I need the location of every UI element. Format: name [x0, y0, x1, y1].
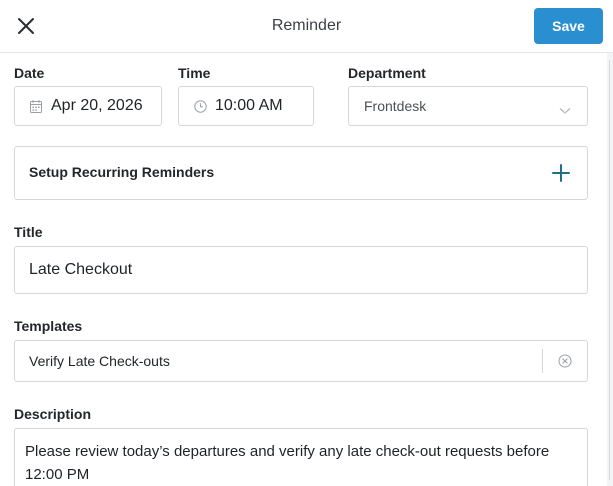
reminder-form-page: Reminder Save Date Apr 20, 2026 Time 10:…	[0, 0, 613, 486]
department-select[interactable]: Frontdesk	[348, 86, 588, 126]
department-value: Frontdesk	[364, 98, 427, 114]
clear-template-button[interactable]	[558, 354, 572, 368]
clock-icon	[194, 100, 207, 113]
clear-icon	[558, 354, 572, 368]
time-label: Time	[178, 65, 211, 81]
title-field[interactable]	[14, 246, 588, 294]
header-bar: Reminder Save	[0, 0, 613, 53]
scrollbar-thumb[interactable]	[609, 60, 610, 480]
plus-icon	[552, 164, 570, 182]
title-label: Title	[14, 224, 43, 240]
time-field[interactable]: 10:00 AM	[178, 86, 314, 126]
date-field[interactable]: Apr 20, 2026	[14, 86, 162, 126]
calendar-icon	[30, 100, 42, 113]
recurring-reminders-label: Setup Recurring Reminders	[29, 164, 215, 180]
description-label: Description	[14, 406, 92, 422]
close-icon	[18, 18, 34, 34]
scrollbar-track[interactable]	[607, 53, 613, 486]
add-recurring-button[interactable]	[551, 163, 571, 183]
close-button[interactable]	[14, 14, 38, 38]
page-title: Reminder	[271, 17, 342, 34]
templates-value: Verify Late Check-outs	[29, 353, 170, 369]
description-field[interactable]: Please review today’s departures and ver…	[14, 428, 588, 486]
chevron-down-icon	[559, 102, 571, 120]
date-value: Apr 20, 2026	[51, 97, 143, 114]
templates-divider	[542, 349, 543, 373]
time-value: 10:00 AM	[215, 97, 283, 114]
title-input[interactable]	[15, 247, 587, 293]
templates-select[interactable]: Verify Late Check-outs	[14, 340, 588, 382]
department-label: Department	[348, 65, 426, 81]
recurring-reminders-panel[interactable]: Setup Recurring Reminders	[14, 146, 588, 200]
date-label: Date	[14, 65, 45, 81]
templates-label: Templates	[14, 318, 83, 334]
save-button[interactable]: Save	[534, 8, 603, 44]
description-text: Please review today’s departures and ver…	[25, 443, 550, 483]
